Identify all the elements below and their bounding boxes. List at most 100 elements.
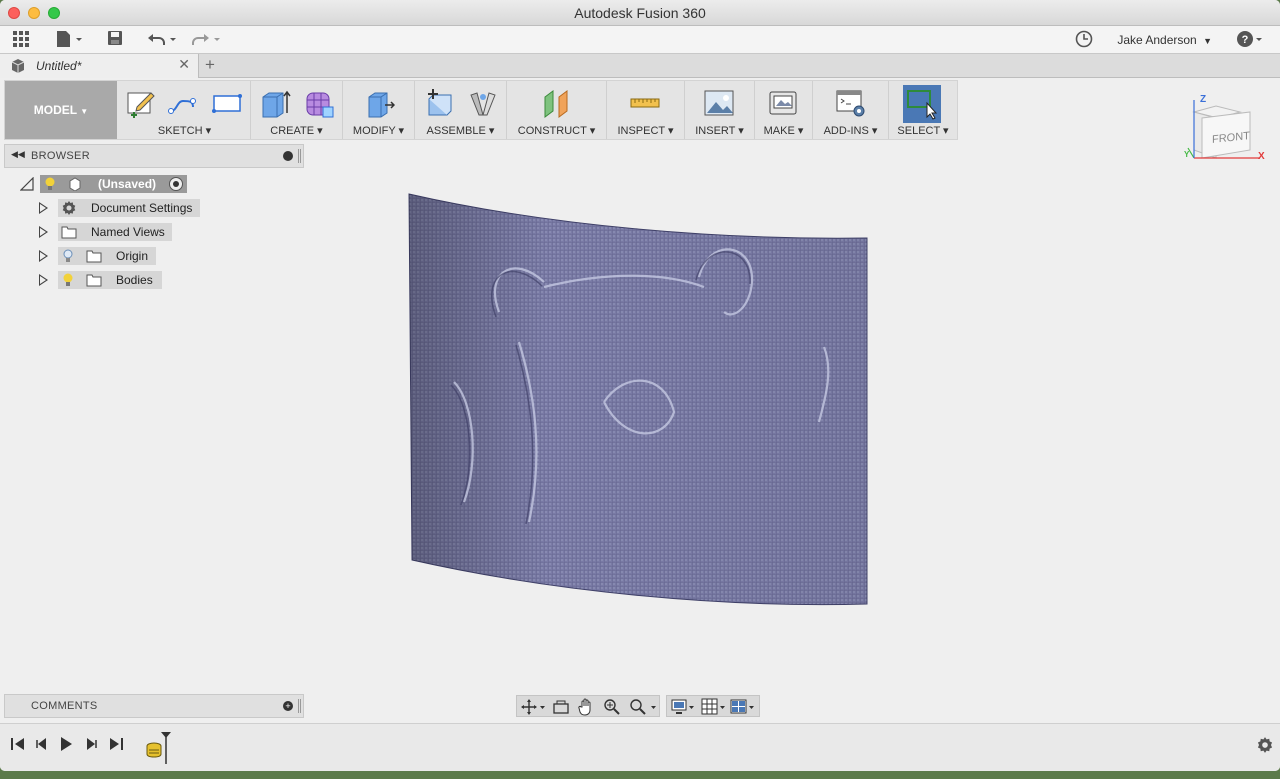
look-at-icon[interactable] [552, 699, 570, 718]
grid-settings-icon[interactable] [701, 698, 729, 719]
insert-menu[interactable]: INSERT ▾ [685, 124, 754, 137]
modify-label: MODIFY [352, 125, 396, 137]
comments-panel-header[interactable]: COMMENTS + [4, 694, 304, 718]
3d-print-icon[interactable] [767, 87, 799, 119]
press-pull-icon[interactable] [363, 87, 396, 119]
modify-menu[interactable]: MODIFY ▾ [343, 124, 414, 137]
form-icon[interactable] [303, 87, 335, 119]
file-icon[interactable] [56, 30, 84, 50]
assemble-group: ASSEMBLE ▾ [415, 81, 507, 139]
comments-title: COMMENTS [31, 700, 98, 712]
activate-radio-icon[interactable] [169, 177, 183, 191]
root-collapse-icon[interactable] [19, 176, 34, 194]
sketch-label: SKETCH [157, 125, 203, 137]
inspect-group: INSPECT ▾ [607, 81, 685, 139]
folder-icon [86, 273, 102, 290]
tree-item-label: Document Settings [91, 201, 193, 215]
workspace-label: MODEL [33, 103, 77, 117]
sketch-menu[interactable]: SKETCH ▾ [119, 124, 250, 137]
user-menu[interactable]: Jake Anderson ▼ [1117, 31, 1212, 50]
document-icon [10, 58, 26, 77]
inspect-label: INSPECT [617, 125, 665, 137]
measure-icon[interactable] [629, 87, 661, 119]
lightbulb-icon[interactable] [62, 273, 74, 290]
select-menu[interactable]: SELECT ▾ [889, 124, 957, 137]
tree-item-bodies[interactable]: Bodies [58, 271, 162, 289]
tree-root-label: (Unsaved) [98, 177, 157, 191]
offset-plane-icon[interactable] [541, 87, 573, 119]
minimize-window-button[interactable] [28, 7, 40, 19]
grid-icon[interactable] [12, 30, 30, 50]
tree-item-label: Bodies [116, 273, 153, 287]
browser-panel-header[interactable]: ◀◀ BROWSER [4, 144, 304, 168]
redo-icon[interactable] [190, 30, 222, 50]
tab-untitled[interactable]: Untitled* ✕ [0, 54, 199, 78]
timeline-settings-gear-icon[interactable] [1256, 736, 1274, 760]
expand-bodies-icon[interactable] [39, 274, 48, 286]
clock-icon[interactable] [1075, 30, 1093, 50]
make-menu[interactable]: MAKE ▾ [755, 124, 812, 137]
go-to-end-icon[interactable] [108, 736, 124, 758]
display-settings-icon[interactable] [671, 698, 697, 719]
zoom-window-icon[interactable] [603, 698, 621, 719]
scripts-icon[interactable] [835, 87, 867, 119]
orbit-icon[interactable] [520, 698, 546, 719]
panel-grip-icon[interactable] [298, 149, 301, 163]
step-back-icon[interactable] [34, 736, 50, 758]
panel-grip-icon[interactable] [298, 699, 301, 713]
insert-image-icon[interactable] [703, 87, 735, 119]
save-icon[interactable] [107, 30, 123, 50]
line-tool-icon[interactable] [167, 87, 199, 119]
extrude-icon[interactable] [259, 87, 291, 119]
help-icon[interactable]: ? [1236, 30, 1264, 50]
tree-item-document-settings[interactable]: Document Settings [58, 199, 200, 217]
navigation-bar [516, 695, 760, 717]
document-tabs: Untitled* ✕ + [0, 54, 1280, 78]
play-icon[interactable] [58, 736, 74, 758]
step-forward-icon[interactable] [83, 736, 99, 758]
select-tool-icon[interactable] [903, 85, 941, 123]
tab-label: Untitled* [36, 59, 82, 73]
rectangle-tool-icon[interactable] [211, 87, 243, 119]
workspace-switcher[interactable]: MODEL ▼ [5, 81, 117, 139]
minimize-panel-icon[interactable] [283, 151, 293, 161]
close-window-button[interactable] [8, 7, 20, 19]
timeline-feature-icon[interactable] [144, 730, 174, 769]
user-name: Jake Anderson [1117, 33, 1197, 47]
viewport-canvas[interactable] [304, 142, 1280, 690]
go-to-start-icon[interactable] [10, 736, 26, 758]
construct-menu[interactable]: CONSTRUCT ▾ [507, 124, 606, 137]
new-component-icon[interactable] [423, 87, 455, 119]
create-group: CREATE ▾ [251, 81, 343, 139]
toolbar-ribbon: MODEL ▼ SKETCH ▾ CREATE ▾ MODIFY ▾ ASSEM… [4, 80, 958, 140]
joint-icon[interactable] [467, 87, 499, 119]
undo-icon[interactable] [147, 30, 179, 50]
z-axis-label: Z [1200, 94, 1207, 105]
timeline-bar [0, 723, 1280, 771]
expand-named-views-icon[interactable] [39, 226, 48, 238]
zoom-icon[interactable] [629, 698, 659, 719]
lightbulb-off-icon[interactable] [62, 249, 74, 266]
expand-document-settings-icon[interactable] [39, 202, 48, 214]
close-tab-icon[interactable]: ✕ [178, 56, 190, 73]
collapse-panel-icon[interactable]: ◀◀ [11, 149, 25, 160]
add-comment-icon[interactable]: + [283, 701, 293, 711]
browser-title: BROWSER [31, 150, 90, 162]
viewports-icon[interactable] [730, 698, 758, 719]
assemble-menu[interactable]: ASSEMBLE ▾ [415, 124, 506, 137]
gear-icon [61, 200, 77, 219]
create-menu[interactable]: CREATE ▾ [251, 124, 342, 137]
addins-label: ADD-INS [823, 125, 869, 137]
tree-root-unsaved[interactable]: (Unsaved) [40, 175, 187, 193]
addins-menu[interactable]: ADD-INS ▾ [813, 124, 888, 137]
lightbulb-icon[interactable] [44, 177, 56, 194]
create-sketch-icon[interactable] [125, 87, 157, 119]
tree-item-named-views[interactable]: Named Views [58, 223, 172, 241]
tree-item-origin[interactable]: Origin [58, 247, 156, 265]
pan-hand-icon[interactable] [578, 698, 594, 719]
lithophane-body[interactable] [304, 142, 1280, 690]
inspect-menu[interactable]: INSPECT ▾ [607, 124, 684, 137]
maximize-window-button[interactable] [48, 7, 60, 19]
expand-origin-icon[interactable] [39, 250, 48, 262]
new-tab-button[interactable]: + [205, 55, 215, 75]
